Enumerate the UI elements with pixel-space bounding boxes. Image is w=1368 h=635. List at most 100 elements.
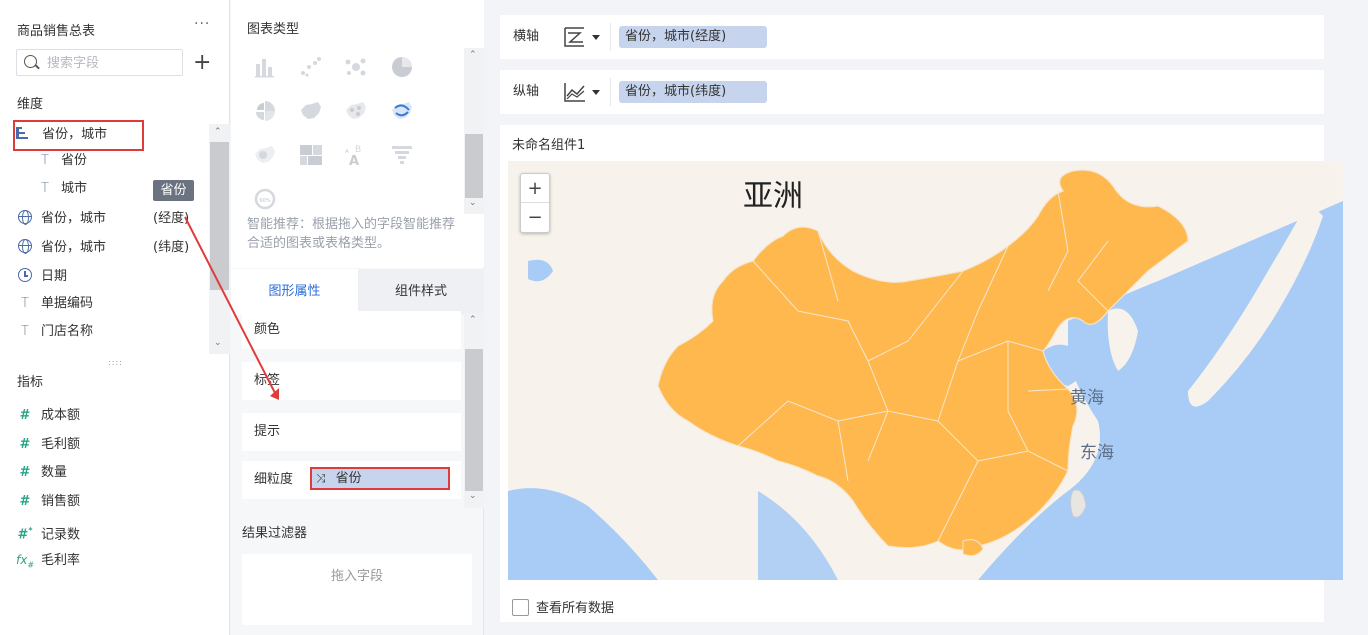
- scroll-down-icon[interactable]: ⌄: [469, 491, 477, 501]
- region-map-type-icon[interactable]: [298, 98, 324, 124]
- scatter-chart-type-icon[interactable]: [298, 54, 324, 80]
- zoom-out-button[interactable]: −: [521, 203, 549, 232]
- number-field-icon: #: [19, 437, 31, 452]
- config-panel: 图表类型 ᴬBA 60% ⌃ ⌄ 智能推荐：根据拖入的字段智能推荐合适的图表或表…: [231, 0, 484, 635]
- property-color[interactable]: 颜色: [242, 311, 461, 349]
- y-axis-bar[interactable]: 纵轴 省份，城市(纬度): [500, 70, 1324, 114]
- scroll-down-icon[interactable]: ⌄: [469, 198, 477, 208]
- svg-text:60%: 60%: [260, 198, 271, 204]
- scrollbar-thumb[interactable]: [465, 349, 483, 491]
- measure-item-record-count[interactable]: #* 记录数: [16, 520, 80, 542]
- dimension-section-title: 维度: [17, 97, 44, 112]
- dimension-item-store-name[interactable]: T 门店名称: [16, 321, 93, 343]
- chart-type-title: 图表类型: [247, 22, 300, 37]
- number-field-icon: #: [19, 494, 31, 509]
- zoom-in-button[interactable]: +: [521, 174, 549, 203]
- scroll-up-icon[interactable]: ⌃: [469, 315, 477, 325]
- splitter-handle-icon[interactable]: ::::: [108, 358, 123, 367]
- dimension-item-date[interactable]: 日期: [16, 266, 67, 288]
- shuffle-icon: ⤨: [316, 471, 326, 485]
- dimension-label: 省份，城市: [41, 211, 107, 226]
- highlight-box: [13, 120, 144, 151]
- dimension-item-province[interactable]: T 省份: [36, 150, 87, 172]
- chart-type-section: 图表类型 ᴬBA 60% ⌃ ⌄ 智能推荐：根据拖入的字段智能推荐合适的图表或表…: [231, 0, 484, 268]
- dimension-scrollbar[interactable]: ⌃ ⌄: [209, 124, 230, 354]
- bar-chart-type-icon[interactable]: [252, 54, 278, 80]
- bubble-chart-type-icon[interactable]: [343, 54, 369, 80]
- yellow-sea-label: 黄海: [1070, 388, 1104, 408]
- dataset-title: 商品销售总表: [17, 24, 96, 39]
- property-tooltip[interactable]: 提示: [242, 413, 461, 451]
- tab-graphic-properties[interactable]: 图形属性: [231, 269, 358, 315]
- y-axis-label: 纵轴: [513, 84, 540, 99]
- granularity-field-pill[interactable]: ⤨ 省份: [310, 467, 450, 490]
- property-scrollbar[interactable]: ⌃ ⌄: [464, 313, 484, 508]
- view-all-checkbox[interactable]: [512, 599, 529, 616]
- add-field-button[interactable]: +: [193, 49, 211, 76]
- property-label[interactable]: 标签: [242, 362, 461, 400]
- gauge-chart-type-icon[interactable]: 60%: [252, 186, 278, 212]
- text-field-icon: T: [41, 153, 49, 168]
- formula-icon: fx#: [16, 553, 35, 570]
- point-map-type-icon[interactable]: [343, 98, 369, 124]
- chevron-down-icon[interactable]: [592, 35, 600, 40]
- scroll-down-icon[interactable]: ⌄: [214, 338, 222, 348]
- measure-item-quantity[interactable]: # 数量: [16, 462, 67, 484]
- result-filter-dropzone[interactable]: 拖入字段: [242, 554, 472, 625]
- granularity-label: 细粒度: [254, 472, 294, 487]
- x-axis-type-icon[interactable]: [562, 25, 588, 49]
- dimension-item-latitude[interactable]: 省份，城市 (纬度): [16, 237, 189, 259]
- word-cloud-type-icon[interactable]: ᴬ BA: [343, 142, 369, 168]
- asia-label: 亚洲: [743, 179, 803, 214]
- record-count-icon: #*: [17, 526, 33, 543]
- pie-chart-type-icon[interactable]: [389, 54, 415, 80]
- rose-chart-type-icon[interactable]: [252, 98, 278, 124]
- measure-item-gross-profit[interactable]: # 毛利额: [16, 434, 80, 456]
- measure-section-title: 指标: [17, 375, 44, 390]
- x-axis-field-pill[interactable]: 省份，城市(经度): [619, 26, 767, 48]
- scrollbar-thumb[interactable]: [465, 134, 483, 198]
- measure-item-sales[interactable]: # 销售额: [16, 491, 80, 513]
- dimension-item-doc-code[interactable]: T 单据编码: [16, 293, 93, 315]
- field-panel: 商品销售总表 ··· + 维度 省份，城市 T 省份 T 城市 省份 省份，城市 (…: [0, 0, 230, 635]
- more-options-icon[interactable]: ···: [194, 16, 210, 32]
- chevron-down-icon[interactable]: [592, 90, 600, 95]
- x-axis-bar[interactable]: 横轴 省份，城市(经度): [500, 15, 1324, 59]
- measure-label: 销售额: [41, 494, 81, 509]
- scroll-up-icon[interactable]: ⌃: [469, 50, 477, 60]
- dimension-label: 门店名称: [41, 324, 94, 339]
- field-search-input[interactable]: [47, 53, 177, 73]
- result-filter-title: 结果过滤器: [242, 526, 308, 541]
- latitude-suffix: (纬度): [153, 240, 190, 255]
- treemap-type-icon[interactable]: [298, 142, 324, 168]
- text-field-icon: T: [21, 324, 29, 339]
- divider: [610, 23, 611, 51]
- globe-icon: [18, 239, 32, 254]
- component-title: 未命名组件1: [512, 138, 586, 153]
- dimension-item-city[interactable]: T 城市: [36, 178, 87, 200]
- scroll-up-icon[interactable]: ⌃: [214, 127, 222, 137]
- smart-recommend-tip: 智能推荐：根据拖入的字段智能推荐合适的图表或表格类型。: [247, 217, 456, 251]
- y-axis-type-icon[interactable]: [562, 80, 588, 104]
- view-all-data-option[interactable]: 查看所有数据: [512, 597, 614, 616]
- tab-component-style[interactable]: 组件样式: [358, 269, 484, 315]
- y-axis-field-pill[interactable]: 省份，城市(纬度): [619, 81, 767, 103]
- flow-map-type-icon[interactable]: [389, 98, 415, 124]
- text-field-icon: T: [21, 296, 29, 311]
- globe-icon: [18, 210, 32, 225]
- map-canvas[interactable]: 亚洲 黄海 东海: [508, 161, 1343, 580]
- heat-map-type-icon[interactable]: [252, 142, 278, 168]
- field-search-box[interactable]: [16, 49, 183, 76]
- dimension-item-longitude[interactable]: 省份，城市 (经度): [16, 208, 189, 230]
- scrollbar-thumb[interactable]: [210, 142, 229, 290]
- funnel-chart-type-icon[interactable]: [389, 142, 415, 168]
- dimension-label: 城市: [61, 181, 88, 196]
- drag-badge: 省份: [153, 180, 194, 201]
- measure-item-gross-margin[interactable]: fx# 毛利率: [16, 549, 80, 571]
- measure-item-cost[interactable]: # 成本额: [16, 405, 80, 427]
- text-field-icon: T: [41, 181, 49, 196]
- clock-icon: [18, 268, 32, 282]
- chart-type-scrollbar[interactable]: ⌃ ⌄: [464, 48, 484, 214]
- china-map[interactable]: 亚洲 黄海 东海 + −: [508, 161, 1343, 580]
- measure-label: 记录数: [41, 527, 81, 543]
